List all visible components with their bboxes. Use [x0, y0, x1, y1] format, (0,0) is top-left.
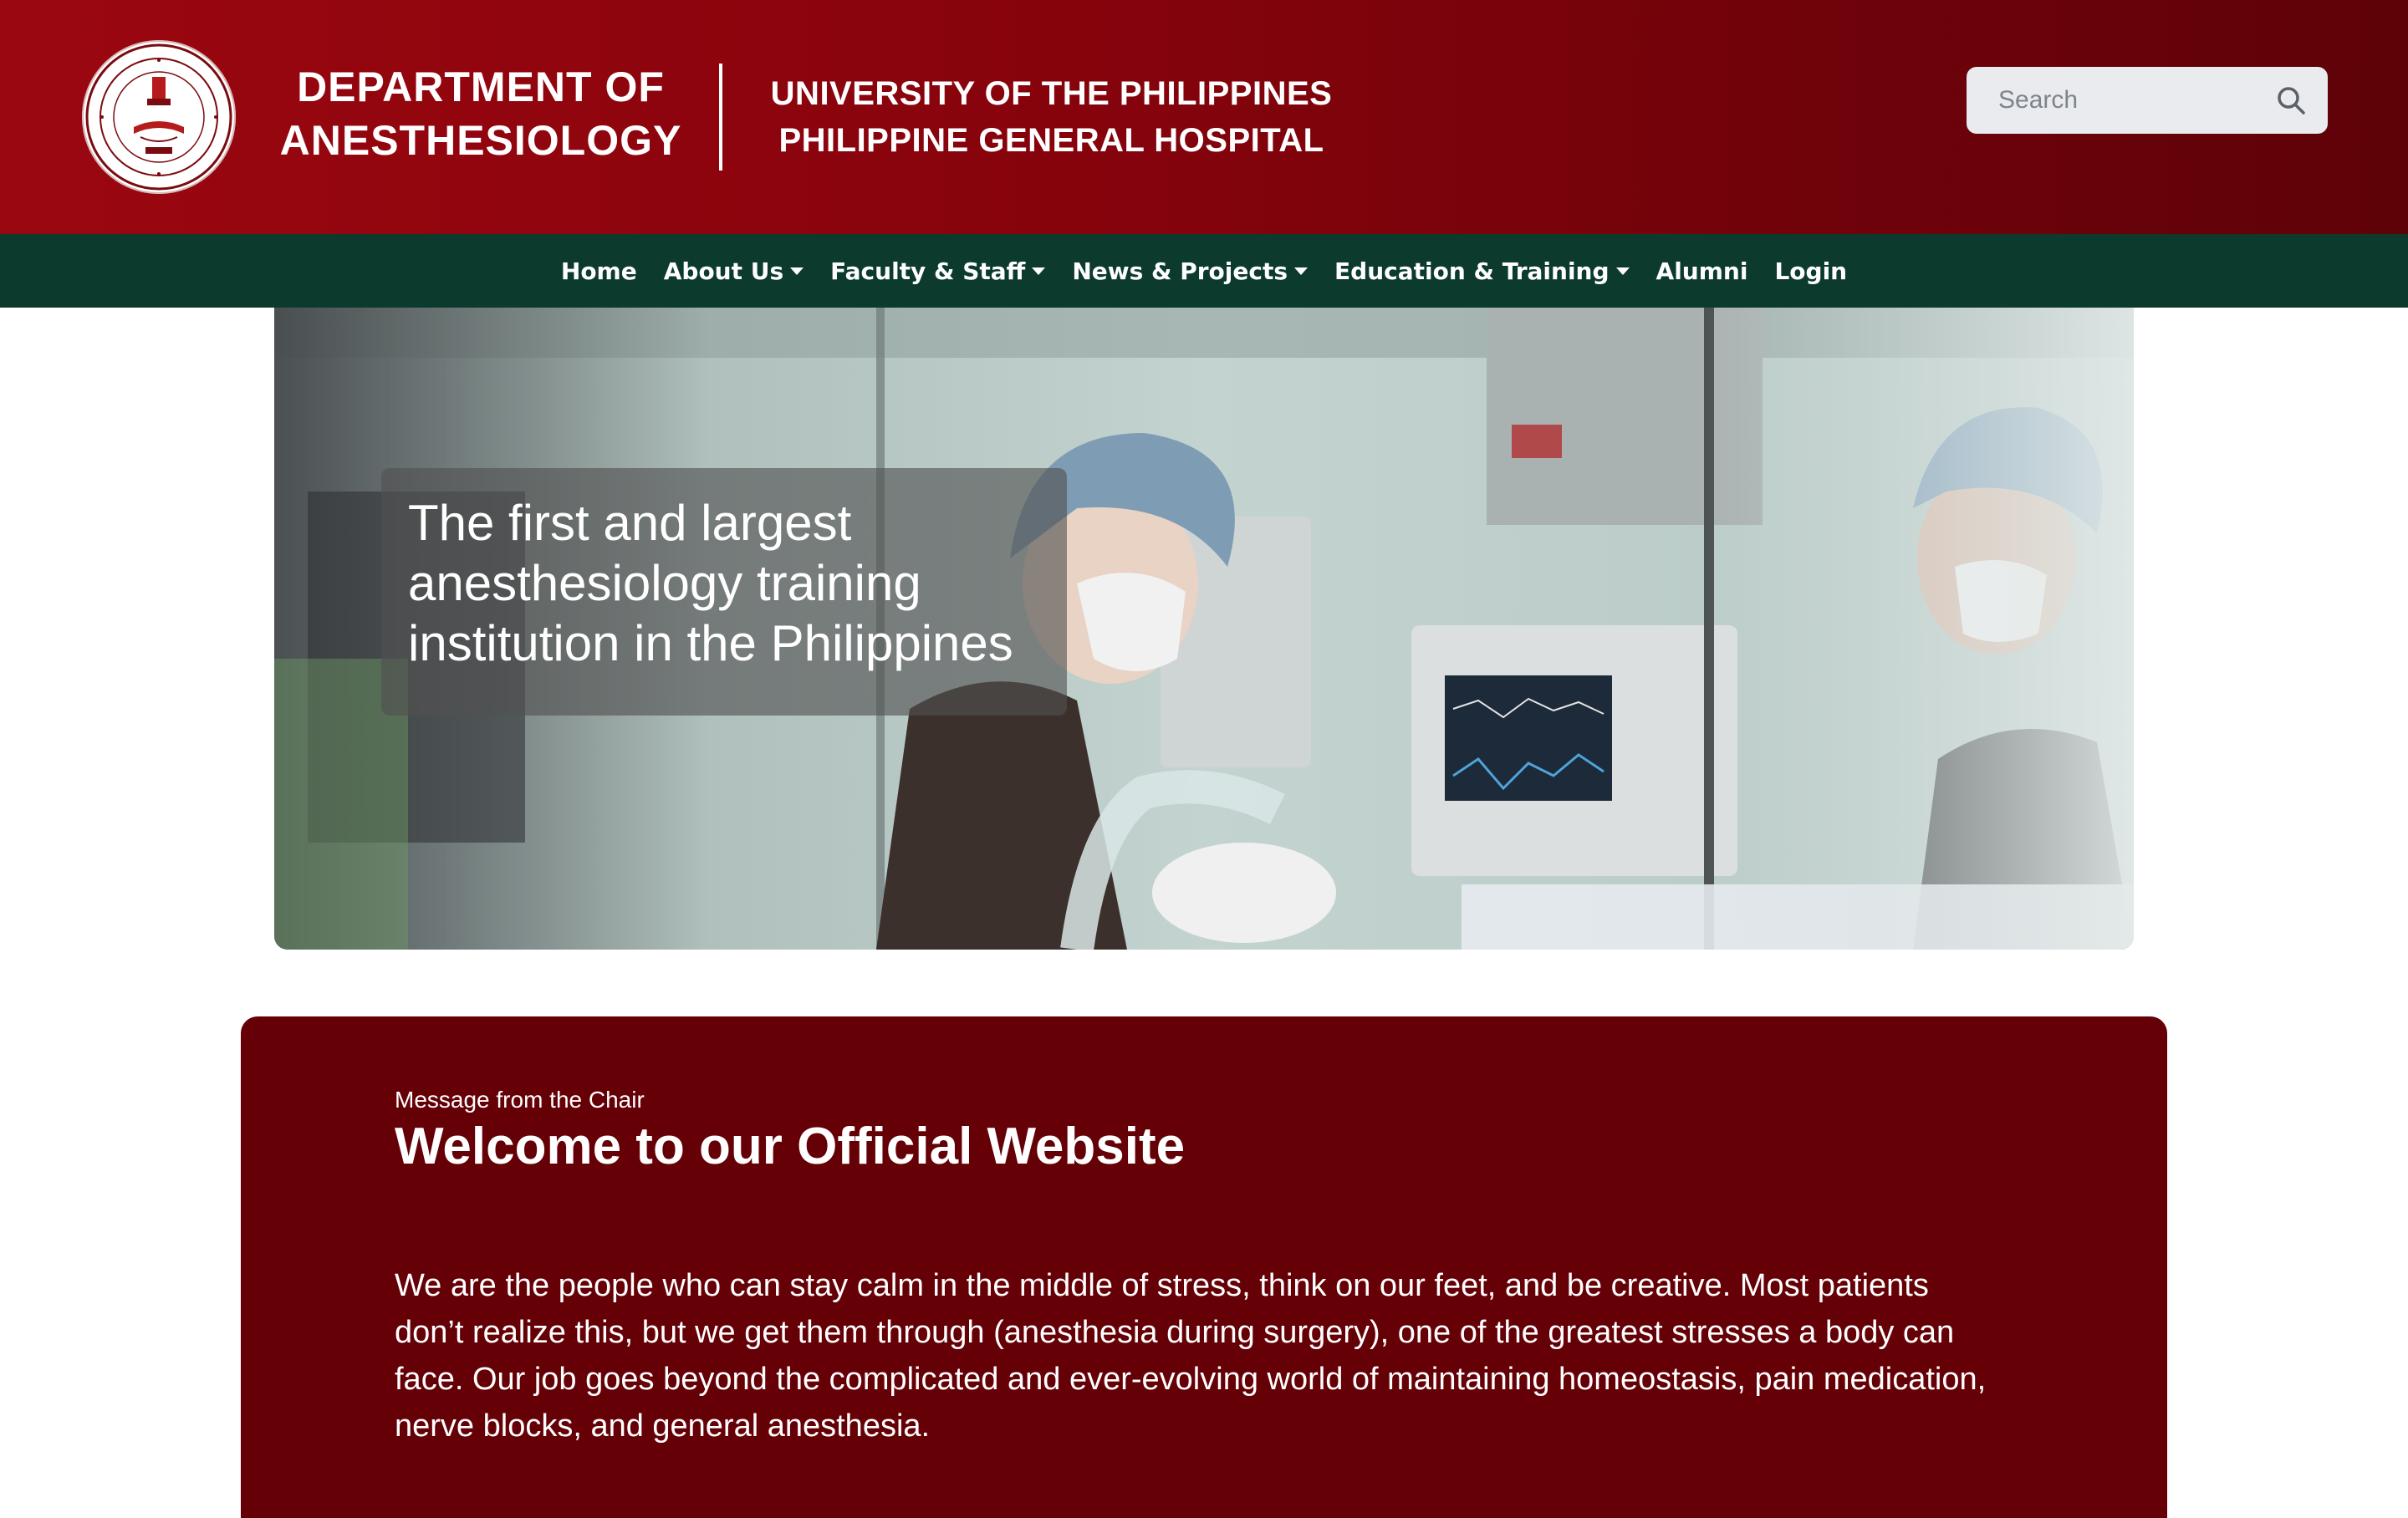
- nav-faculty-staff-label: Faculty & Staff: [830, 257, 1026, 285]
- caret-down-icon: [1294, 267, 1309, 275]
- header-divider: [719, 64, 722, 171]
- caret-down-icon: [790, 267, 804, 275]
- nav-alumni[interactable]: Alumni: [1643, 257, 1762, 285]
- chair-message-section: Message from the Chair Welcome to our Of…: [241, 1016, 2167, 1518]
- university-title-line1: UNIVERSITY OF THE PHILIPPINES: [770, 75, 1333, 112]
- section-body: We are the people who can stay calm in t…: [395, 1268, 1987, 1444]
- nav-login[interactable]: Login: [1761, 257, 1860, 285]
- university-title: UNIVERSITY OF THE PHILIPPINES PHILIPPINE…: [752, 70, 1350, 164]
- caret-down-icon: [1615, 267, 1630, 275]
- search-input[interactable]: [1998, 67, 2266, 134]
- main-navbar: Home About Us Faculty & Staff News & Pro…: [0, 234, 2408, 308]
- search-icon[interactable]: [2274, 84, 2308, 117]
- site-header: DEPARTMENT OF ANESTHESIOLOGY UNIVERSITY …: [0, 0, 2408, 234]
- nav-login-label: Login: [1774, 257, 1848, 285]
- nav-news-projects-label: News & Projects: [1072, 257, 1288, 285]
- nav-education-training[interactable]: Education & Training: [1321, 257, 1643, 285]
- department-title[interactable]: DEPARTMENT OF ANESTHESIOLOGY: [276, 60, 686, 167]
- nav-news-projects[interactable]: News & Projects: [1059, 257, 1321, 285]
- hero-caption-text: The first and largest anesthesiology tra…: [408, 495, 1013, 671]
- hero-banner: The first and largest anesthesiology tra…: [274, 308, 2134, 950]
- nav-about-us-label: About Us: [663, 257, 784, 285]
- seal-graphic: [85, 43, 232, 191]
- university-title-line2: PHILIPPINE GENERAL HOSPITAL: [778, 122, 1324, 159]
- section-kicker: Message from the Chair: [395, 1087, 645, 1113]
- nav-about-us[interactable]: About Us: [650, 257, 817, 285]
- nav-home[interactable]: Home: [548, 257, 650, 285]
- department-title-line2: ANESTHESIOLOGY: [279, 117, 682, 164]
- section-title: Welcome to our Official Website: [395, 1118, 1186, 1175]
- nav-education-training-label: Education & Training: [1334, 257, 1610, 285]
- nav-alumni-label: Alumni: [1656, 257, 1748, 285]
- department-seal-logo[interactable]: [82, 40, 236, 194]
- nav-items: Home About Us Faculty & Staff News & Pro…: [0, 234, 2408, 308]
- nav-faculty-staff[interactable]: Faculty & Staff: [817, 257, 1059, 285]
- nav-home-label: Home: [560, 257, 637, 285]
- department-title-line1: DEPARTMENT OF: [297, 64, 665, 110]
- caret-down-icon: [1032, 267, 1046, 275]
